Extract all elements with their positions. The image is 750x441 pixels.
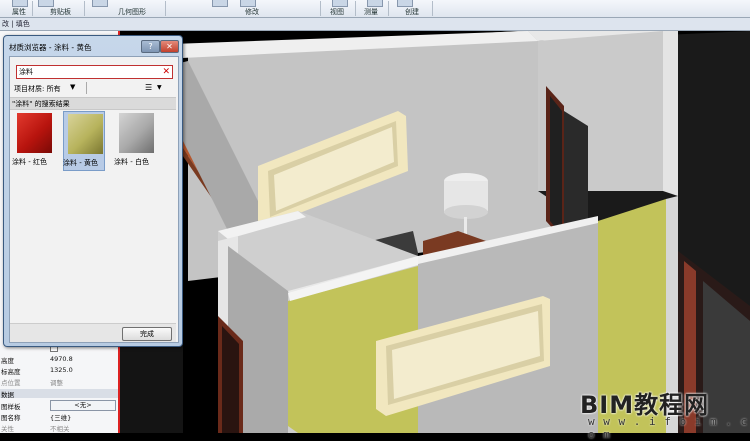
property-key: 图名称 bbox=[1, 414, 21, 422]
red-paint-thumbnail bbox=[17, 113, 52, 153]
help-button[interactable]: ? bbox=[141, 40, 160, 53]
watermark: BIM教程网 w w w . i f b i m . c o m bbox=[580, 385, 750, 441]
modify-button-2[interactable] bbox=[240, 0, 256, 7]
filter-dropdown[interactable]: 项目材质: 所有 bbox=[14, 84, 61, 94]
paste-button[interactable] bbox=[38, 0, 54, 7]
create-button[interactable] bbox=[397, 0, 413, 7]
material-label: 涂料 - 白色 bbox=[114, 158, 149, 166]
ribbon-separator bbox=[84, 1, 85, 16]
property-value: 不相关 bbox=[50, 425, 70, 433]
front-door bbox=[222, 326, 239, 433]
property-key: 关性 bbox=[1, 425, 14, 433]
dialog-title: 材质浏览器 - 涂料 - 黄色 bbox=[9, 43, 92, 52]
ribbon-separator bbox=[388, 1, 389, 16]
ribbon-separator bbox=[32, 1, 33, 16]
property-key: 点位置 bbox=[1, 379, 21, 387]
chevron-down-icon[interactable]: ▼ bbox=[157, 84, 162, 91]
white-paint-thumbnail bbox=[119, 113, 154, 153]
dialog-footer: 完成 bbox=[10, 323, 176, 342]
window-glass bbox=[550, 96, 562, 236]
property-row: 关性 不相关 bbox=[0, 422, 118, 433]
search-input[interactable] bbox=[19, 66, 157, 78]
lamp-bottom bbox=[444, 205, 488, 219]
measure-button[interactable] bbox=[367, 0, 383, 7]
material-label: 涂料 - 黄色 bbox=[63, 159, 98, 167]
ribbon-separator bbox=[165, 1, 166, 16]
ribbon-separator bbox=[432, 1, 433, 16]
clear-search-icon[interactable]: ✕ bbox=[162, 66, 170, 78]
material-filter: 项目材质: 所有 ▼ ☰ ▼ bbox=[12, 82, 175, 94]
ribbon-group-create: 创建 bbox=[405, 8, 419, 16]
property-row: 图样板 <无> bbox=[0, 400, 118, 411]
ribbon-group-clipboard: 剪贴板 bbox=[50, 8, 71, 16]
material-swatch-yellow[interactable]: 涂料 - 黄色 bbox=[63, 111, 105, 171]
property-value[interactable]: 4970.8 bbox=[50, 355, 73, 363]
ribbon: 属性 剪贴板 几何图形 修改 视图 测量 创建 bbox=[0, 0, 750, 18]
geometry-button[interactable] bbox=[92, 0, 108, 7]
close-button[interactable]: ✕ bbox=[160, 40, 179, 53]
ribbon-group-geometry: 几何图形 bbox=[118, 8, 146, 16]
property-value[interactable]: {三维} bbox=[50, 412, 71, 422]
ribbon-separator bbox=[355, 1, 356, 16]
ribbon-group-view: 视图 bbox=[330, 8, 344, 16]
chevron-down-icon[interactable]: ▼ bbox=[70, 83, 75, 91]
yellow-paint-thumbnail bbox=[68, 114, 103, 154]
breadcrumb-separator bbox=[78, 82, 87, 94]
search-box: ✕ bbox=[16, 65, 173, 79]
material-browser-dialog: 材质浏览器 - 涂料 - 黄色 ? ✕ ✕ 项目材质: 所有 ▼ ☰ ▼ "涂料… bbox=[3, 35, 183, 347]
property-row: 高度 4970.8 bbox=[0, 354, 118, 365]
done-button[interactable]: 完成 bbox=[122, 327, 172, 341]
ribbon-group-modify: 修改 bbox=[245, 8, 259, 16]
3d-scene bbox=[118, 31, 750, 433]
wall-edge bbox=[663, 31, 678, 196]
property-value[interactable]: 1325.0 bbox=[50, 366, 73, 374]
dialog-body: ✕ 项目材质: 所有 ▼ ☰ ▼ "涂料" 的搜索结果 涂料 - 红色 涂料 -… bbox=[9, 56, 179, 343]
material-swatch-white[interactable]: 涂料 - 白色 bbox=[114, 111, 155, 169]
view-template-button[interactable]: <无> bbox=[50, 400, 116, 411]
property-row: 图名称 {三维} bbox=[0, 411, 118, 422]
view-button[interactable] bbox=[332, 0, 348, 7]
watermark-url: w w w . i f b i m . c o m bbox=[588, 415, 749, 441]
material-swatch-red[interactable]: 涂料 - 红色 bbox=[12, 111, 53, 169]
modify-button[interactable] bbox=[212, 0, 228, 7]
search-results-header: "涂料" 的搜索结果 bbox=[10, 97, 176, 110]
3d-viewport[interactable] bbox=[118, 31, 750, 433]
property-row: 点位置 调整 bbox=[0, 376, 118, 387]
search-results-label: "涂料" 的搜索结果 bbox=[12, 100, 70, 108]
list-view-icon[interactable]: ☰ bbox=[145, 83, 152, 92]
property-key: 高度 bbox=[1, 357, 14, 365]
ribbon-separator bbox=[320, 1, 321, 16]
property-section-header[interactable]: 数据 bbox=[0, 389, 118, 399]
property-row: 标高度 1325.0 bbox=[0, 365, 118, 376]
property-key: 图样板 bbox=[1, 403, 21, 411]
context-bar-label: 改 | 填色 bbox=[2, 20, 30, 28]
ribbon-group-measure: 测量 bbox=[364, 8, 378, 16]
material-label: 涂料 - 红色 bbox=[12, 158, 47, 166]
properties-button[interactable] bbox=[12, 0, 28, 7]
property-section-label: 数据 bbox=[1, 391, 14, 399]
property-key: 标高度 bbox=[1, 368, 21, 376]
ribbon-group-properties: 属性 bbox=[12, 8, 26, 16]
property-value: 调整 bbox=[50, 379, 63, 387]
context-bar: 改 | 填色 bbox=[0, 18, 750, 31]
